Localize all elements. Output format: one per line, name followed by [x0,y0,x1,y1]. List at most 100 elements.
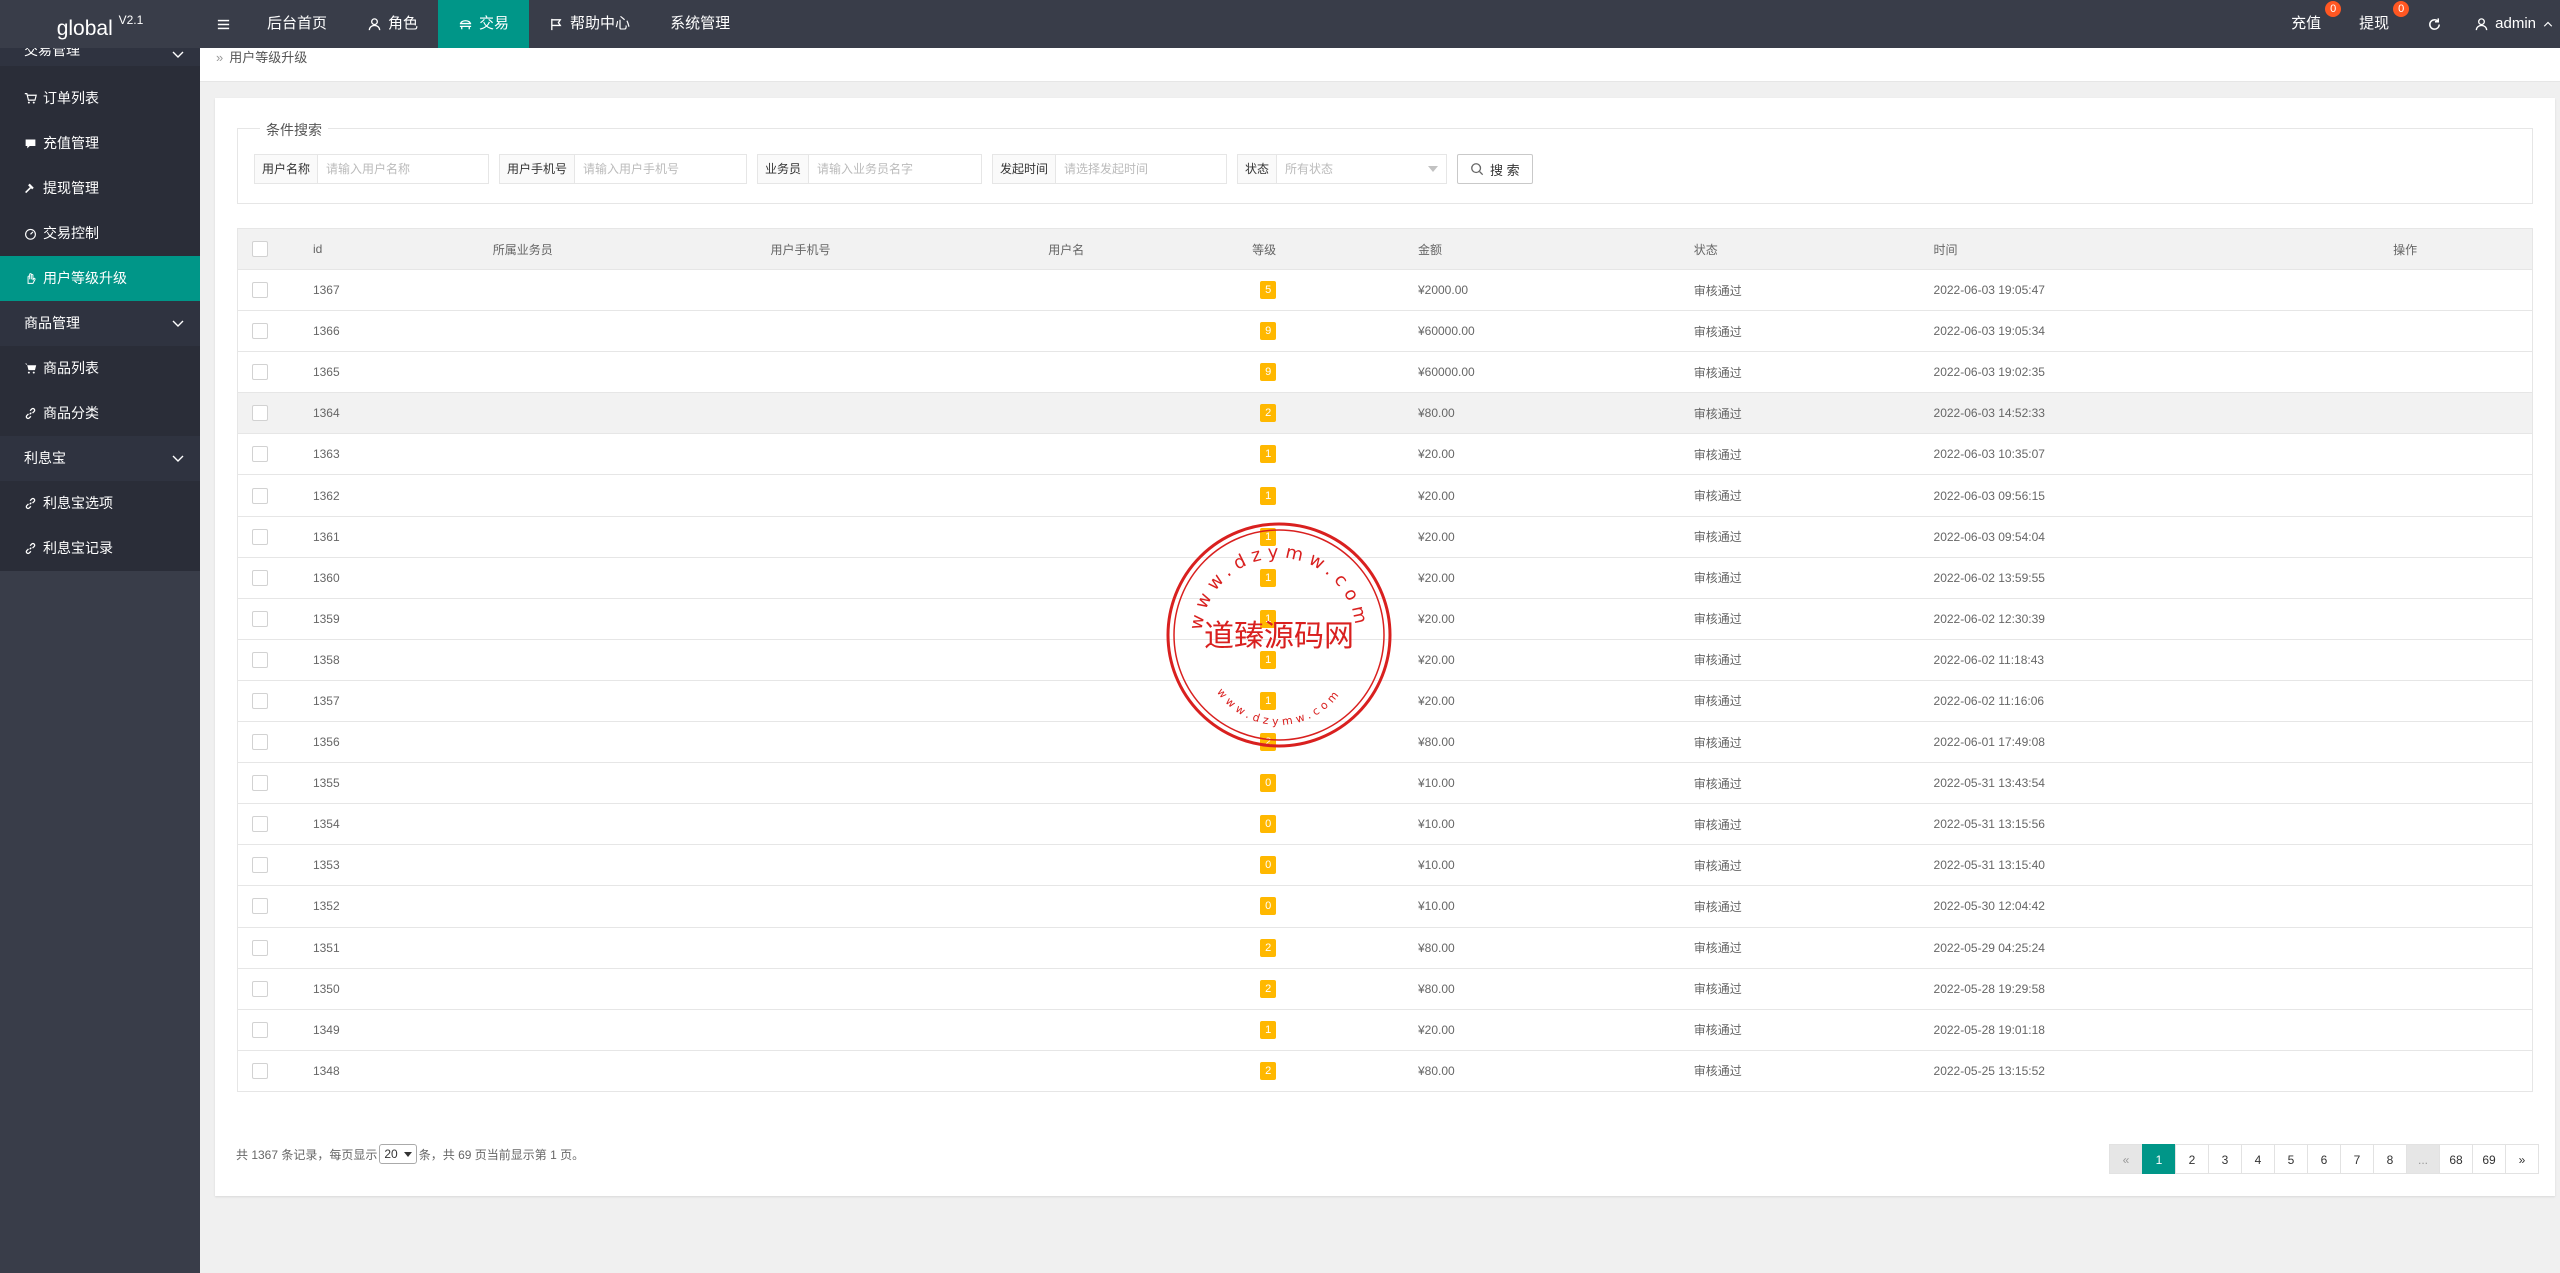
table-row[interactable]: 1360 1 ¥20.00 审核通过 2022-06-02 13:59:55 [238,556,2532,598]
row-checkbox[interactable] [252,898,268,915]
table-row[interactable]: 1353 0 ¥10.00 审核通过 2022-05-31 13:15:40 [238,844,2532,885]
page-next-button[interactable]: » [2505,1144,2539,1174]
table-row[interactable]: 1348 2 ¥80.00 审核通过 2022-05-25 13:15:52 [238,1049,2532,1091]
table-row[interactable]: 1350 2 ¥80.00 审核通过 2022-05-28 19:29:58 [238,967,2532,1009]
page-button[interactable]: 6 [2307,1144,2341,1174]
table-row[interactable]: 1356 2 ¥80.00 审核通过 2022-06-01 17:49:08 [238,721,2532,762]
row-checkbox[interactable] [252,857,268,874]
table-row[interactable]: 1354 0 ¥10.00 审核通过 2022-05-31 13:15:56 [238,803,2532,844]
nav-help[interactable]: 帮助中心 [529,0,650,48]
cell-phone [756,599,1034,639]
page-button[interactable]: 7 [2340,1144,2374,1174]
phone-input[interactable]: 请输入用户手机号 [575,155,687,183]
page-button[interactable]: 2 [2175,1144,2209,1174]
nav-home[interactable]: 后台首页 [247,0,347,48]
level-badge: 1 [1260,1020,1277,1039]
refresh-button[interactable] [2411,0,2458,48]
level-badge: 2 [1260,1061,1277,1080]
row-checkbox[interactable] [252,1062,268,1079]
table-row[interactable]: 1349 1 ¥20.00 审核通过 2022-05-28 19:01:18 [238,1008,2532,1050]
table-row[interactable]: 1358 1 ¥20.00 审核通过 2022-06-02 11:18:43 [238,638,2532,680]
row-checkbox[interactable] [252,323,268,340]
sidebar-group-trade[interactable]: 交易管理 [0,48,200,66]
logo[interactable]: global V2.1 [0,0,200,48]
cell-time: 2022-05-31 13:43:54 [1933,776,2045,791]
table-row[interactable]: 1367 5 ¥2000.00 审核通过 2022-06-03 19:05:47 [238,269,2532,310]
sidebar-item-trade-control[interactable]: 交易控制 [0,211,200,256]
table-row[interactable]: 1363 1 ¥20.00 审核通过 2022-06-03 10:35:07 [238,433,2532,474]
page-button[interactable]: 5 [2274,1144,2308,1174]
row-checkbox[interactable] [252,446,268,463]
page-size-select[interactable]: 20 [379,1144,417,1164]
table-row[interactable]: 1355 0 ¥10.00 审核通过 2022-05-31 13:43:54 [238,762,2532,803]
row-checkbox[interactable] [252,405,268,422]
table-row[interactable]: 1352 0 ¥10.00 审核通过 2022-05-30 12:04:42 [238,885,2532,926]
user-menu[interactable]: admin [2458,0,2560,48]
row-checkbox[interactable] [252,939,268,956]
sidebar-item-goods-list[interactable]: 商品列表 [0,346,200,391]
search-button[interactable]: 搜 索 [1457,154,1533,184]
sidebar-group-goods[interactable]: 商品管理 [0,301,200,346]
table-row[interactable]: 1351 2 ¥80.00 审核通过 2022-05-29 04:25:24 [238,926,2532,968]
time-input[interactable]: 请选择发起时间 [1056,155,1156,183]
row-checkbox-cell [238,928,298,968]
page-button[interactable]: 4 [2241,1144,2275,1174]
select-all-checkbox[interactable] [252,241,268,257]
sidebar-group-interest[interactable]: 利息宝 [0,436,200,481]
table-row[interactable]: 1359 1 ¥20.00 审核通过 2022-06-02 12:30:39 [238,597,2532,639]
row-checkbox[interactable] [252,528,268,545]
nav-transaction[interactable]: 交易 [438,0,530,48]
sidebar-item-withdraw[interactable]: 提现管理 [0,166,200,211]
row-checkbox[interactable] [252,980,268,997]
row-checkbox[interactable] [252,692,268,709]
sidebar-item-goods-category[interactable]: 商品分类 [0,391,200,436]
row-checkbox[interactable] [252,282,268,299]
row-checkbox[interactable] [252,734,268,751]
cell-phone [756,352,1034,392]
row-checkbox[interactable] [252,651,268,668]
username-input[interactable]: 请输入用户名称 [318,155,418,183]
page-size-value: 20 [384,1147,398,1161]
agent-input[interactable]: 请输入业务员名字 [809,155,921,183]
row-checkbox[interactable] [252,364,268,381]
table-row[interactable]: 1366 9 ¥60000.00 审核通过 2022-06-03 19:05:34 [238,310,2532,351]
page-button[interactable]: 68 [2439,1144,2473,1174]
sidebar-group-label: 商品管理 [24,315,80,331]
withdraw-button[interactable]: 提现 0 [2343,0,2411,48]
sidebar-item-level-upgrade[interactable]: 用户等级升级 [0,256,200,301]
table-row[interactable]: 1365 9 ¥60000.00 审核通过 2022-06-03 19:02:35 [238,351,2532,392]
recharge-button[interactable]: 充值 0 [2275,0,2343,48]
sidebar-item-orders[interactable]: 订单列表 [0,76,200,121]
row-checkbox[interactable] [252,816,268,833]
cell-username [1033,393,1237,433]
page-button[interactable]: 1 [2142,1144,2176,1174]
row-checkbox[interactable] [252,1021,268,1038]
page-button[interactable]: 69 [2472,1144,2506,1174]
row-checkbox[interactable] [252,610,268,627]
nav-role[interactable]: 角色 [347,0,438,48]
row-checkbox[interactable] [252,569,268,586]
sidebar-item-recharge[interactable]: 充值管理 [0,121,200,166]
chevron-down-icon [172,455,184,462]
page-button[interactable]: 8 [2373,1144,2407,1174]
cell-time: 2022-06-03 14:52:33 [1933,406,2045,421]
cell-time: 2022-05-28 19:01:18 [1933,1022,2045,1037]
sidebar-item-interest-options[interactable]: 利息宝选项 [0,481,200,526]
table-row[interactable]: 1362 1 ¥20.00 审核通过 2022-06-03 09:56:15 [238,474,2532,515]
nav-system[interactable]: 系统管理 [650,0,750,48]
sidebar-item-interest-records[interactable]: 利息宝记录 [0,526,200,571]
transaction-icon [459,19,472,29]
status-select[interactable]: 所有状态 [1277,155,1446,183]
row-checkbox-cell [238,599,298,639]
cell-phone [756,270,1034,310]
row-checkbox[interactable] [252,775,268,792]
page-button[interactable]: 3 [2208,1144,2242,1174]
table-row[interactable]: 1357 1 ¥20.00 审核通过 2022-06-02 11:16:06 [238,679,2532,721]
cell-phone [756,1010,1034,1050]
level-badge: 2 [1260,938,1277,957]
table-row[interactable]: 1361 1 ¥20.00 审核通过 2022-06-03 09:54:04 [238,515,2532,557]
cell-username [1033,517,1237,557]
menu-toggle-button[interactable] [200,0,247,48]
row-checkbox[interactable] [252,487,268,504]
table-row[interactable]: 1364 2 ¥80.00 审核通过 2022-06-03 14:52:33 [238,392,2532,434]
